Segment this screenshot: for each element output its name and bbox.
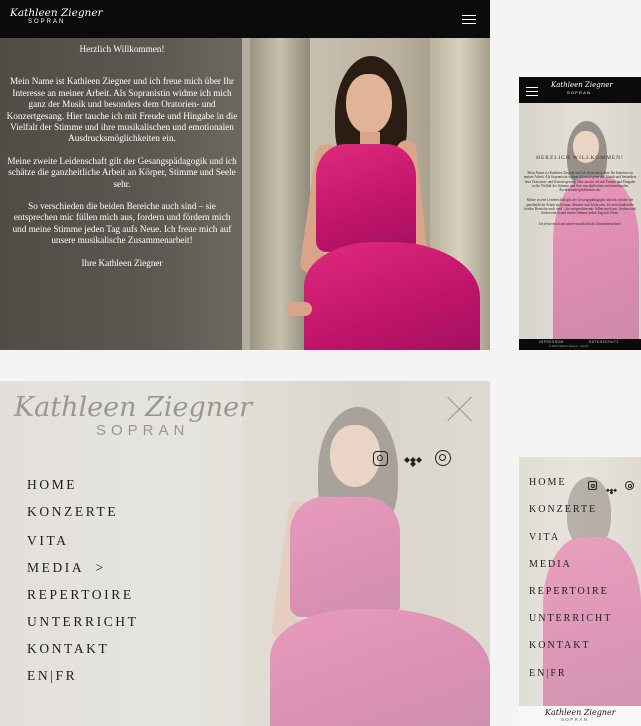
menu-item-home[interactable]: HOME [27, 477, 77, 493]
singer-portrait [280, 52, 480, 350]
desktop-menu-screen: Kathleen Ziegner SOPRAN HOME KONZERTE VI… [0, 381, 490, 726]
menu-item-unterricht[interactable]: UNTERRICHT [529, 613, 612, 624]
welcome-paragraph: Meine zweite Leidenschaft gilt der Gesan… [7, 155, 237, 189]
top-navigation-bar: Kathleen Ziegner SOPRAN [519, 77, 641, 103]
footer-bar: IMPRESSUM DATENSCHUTZ © 2024 Kathleen Zi… [519, 339, 641, 350]
mobile-menu-screen: HOME KONZERTE VITA MEDIA REPERTOIRE UNTE… [519, 457, 641, 726]
instagram-icon[interactable] [373, 451, 388, 466]
welcome-greeting: Herzlich Willkommen! [79, 44, 165, 54]
site-logo[interactable]: Kathleen Ziegner SOPRAN [545, 708, 625, 723]
menu-item-repertoire[interactable]: REPERTOIRE [529, 586, 609, 597]
tidal-icon[interactable] [606, 482, 617, 495]
music-streaming-icon[interactable] [435, 450, 451, 466]
welcome-paragraph: So verschieden die beiden Bereiche auch … [12, 201, 232, 246]
menu-item-kontakt[interactable]: KONTAKT [529, 640, 591, 651]
desktop-home-screen: Herzlich Willkommen! Mein Name ist Kathl… [0, 0, 490, 350]
welcome-signature: Ihre Kathleen Ziegner [81, 257, 163, 268]
welcome-paragraph: Mein Name ist Kathleen Ziegner und ich f… [6, 76, 238, 144]
site-logo[interactable]: Kathleen Ziegner SOPRAN [551, 81, 621, 95]
welcome-paragraph: Ich freue mich auf unsere musikalische Z… [538, 221, 622, 226]
menu-item-vita[interactable]: VITA [529, 532, 560, 543]
copyright-text: © 2024 Kathleen Ziegner · Sopran [549, 345, 589, 348]
instagram-icon[interactable] [588, 481, 597, 490]
menu-item-kontakt[interactable]: KONTAKT [27, 641, 109, 657]
menu-item-vita[interactable]: VITA [27, 533, 69, 549]
menu-item-home[interactable]: HOME [529, 477, 566, 488]
footer-logo-area: Kathleen Ziegner SOPRAN [519, 706, 641, 726]
datenschutz-link[interactable]: DATENSCHUTZ [589, 340, 619, 344]
tidal-icon[interactable] [404, 454, 422, 467]
welcome-text: Herzlich Willkommen! Mein Name ist Kathl… [6, 44, 238, 280]
menu-item-unterricht[interactable]: UNTERRICHT [27, 614, 139, 630]
menu-item-media[interactable]: MEDIA [529, 559, 572, 570]
mobile-home-screen: Kathleen Ziegner SOPRAN HERZLICH WILLKOM… [519, 77, 641, 350]
language-switch[interactable]: EN|FR [529, 668, 567, 679]
welcome-paragraph: Meine zweite Leidenschaft gilt der Gesan… [524, 198, 636, 216]
site-logo[interactable]: Kathleen Ziegner SOPRAN [14, 393, 252, 439]
top-navigation-bar: Kathleen Ziegner SOPRAN [0, 0, 490, 38]
music-streaming-icon[interactable] [625, 481, 634, 490]
language-switch[interactable]: EN|FR [27, 668, 77, 684]
chevron-right-icon: > [95, 560, 106, 575]
site-logo[interactable]: Kathleen Ziegner SOPRAN [10, 7, 103, 33]
menu-hamburger-icon[interactable] [462, 12, 476, 27]
close-icon[interactable] [447, 396, 473, 422]
menu-item-media[interactable]: MEDIA > [27, 560, 106, 576]
welcome-greeting: HERZLICH WILLKOMMEN! [536, 155, 624, 161]
menu-item-konzerte[interactable]: KONZERTE [529, 504, 597, 515]
welcome-text: HERZLICH WILLKOMMEN! Mein Name ist Kathl… [523, 155, 637, 226]
menu-hamburger-icon[interactable] [526, 84, 538, 99]
impressum-link[interactable]: IMPRESSUM [539, 340, 564, 344]
welcome-paragraph: Mein Name ist Kathleen Ziegner und ich f… [523, 171, 637, 193]
menu-item-konzerte[interactable]: KONZERTE [27, 504, 118, 520]
menu-item-repertoire[interactable]: REPERTOIRE [27, 587, 134, 603]
